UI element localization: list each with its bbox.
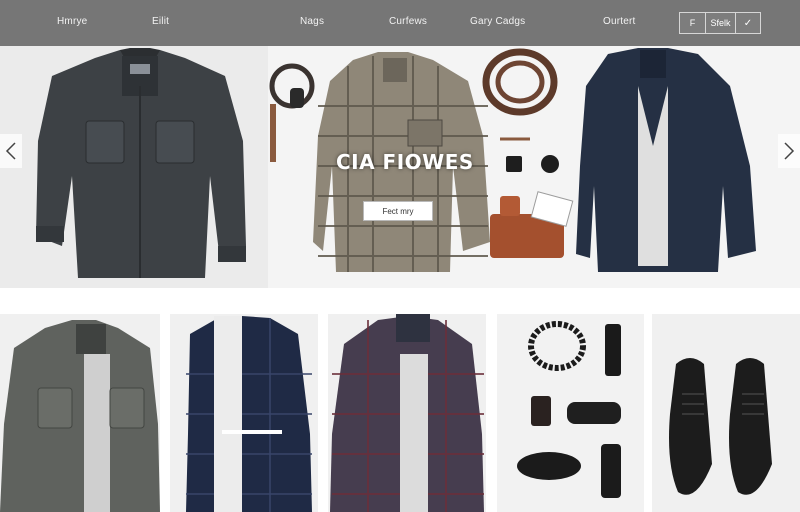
product-card-black-shoes[interactable] (652, 314, 800, 512)
black-shoes-image (669, 358, 772, 495)
dark-shirt-image (36, 48, 246, 278)
navy-plaid-blazer-image (186, 316, 312, 512)
nav-nags-link[interactable]: Nags (300, 16, 324, 27)
bag-button[interactable]: F (680, 13, 706, 33)
hero-title: CIA FIOWES (336, 150, 474, 174)
account-button[interactable]: Sfelk (706, 13, 736, 33)
accessories-image (517, 321, 621, 498)
carousel-next-button[interactable] (778, 134, 800, 168)
chevron-left-icon (5, 142, 16, 160)
product-card-navy-plaid-blazer[interactable] (170, 314, 318, 512)
product-card-accessories[interactable] (497, 314, 644, 512)
hero-panel-dark-shirt (0, 46, 268, 288)
hero-carousel: CIA FIOWES Fect mry (0, 46, 800, 288)
top-navigation-bar: Hmrye Eilit Nags Curfews Gary Cadgs Ourt… (0, 0, 800, 46)
carousel-prev-button[interactable] (0, 134, 22, 168)
nav-edit-link[interactable]: Eilit (152, 16, 169, 27)
hero-cta-button[interactable]: Fect mry (363, 201, 433, 221)
header-tools: F Sfelk ✓ (679, 12, 761, 34)
product-card-plaid-jacket[interactable] (328, 314, 486, 512)
nav-ourtert-link[interactable]: Ourtert (603, 16, 636, 27)
product-card-gray-shirt[interactable] (0, 314, 160, 512)
bag-icon: F (689, 18, 696, 28)
nav-gary-cadgs-link[interactable]: Gary Cadgs (470, 16, 525, 27)
check-button[interactable]: ✓ (736, 13, 760, 33)
nav-home-link[interactable]: Hmrye (57, 16, 87, 27)
check-icon: ✓ (743, 17, 753, 29)
nav-curfews-link[interactable]: Curfews (389, 16, 427, 27)
gray-shirt-image (0, 320, 160, 512)
plaid-jacket-image (330, 314, 484, 512)
chevron-right-icon (784, 142, 795, 160)
